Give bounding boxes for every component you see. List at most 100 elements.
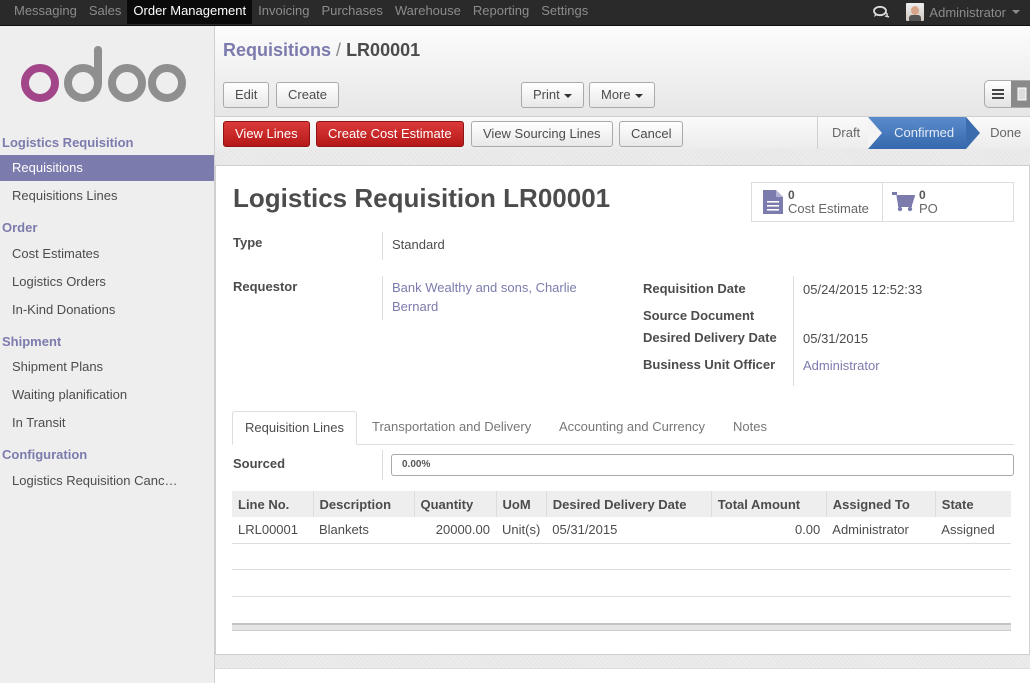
view-lines-button[interactable]: View Lines xyxy=(223,121,310,147)
breadcrumb-current: LR00001 xyxy=(346,40,421,60)
menu-invoicing[interactable]: Invoicing xyxy=(252,0,315,24)
cell-assigned-to: Administrator xyxy=(826,517,936,544)
user-name[interactable]: Administrator xyxy=(929,5,1006,20)
cell-state: Assigned xyxy=(935,517,1011,544)
chat-bubbles-icon[interactable] xyxy=(872,4,892,20)
top-navbar: Messaging Sales Order Management Invoici… xyxy=(0,0,1030,26)
cost-estimate-count: 0 xyxy=(788,188,795,202)
form-view-icon[interactable] xyxy=(1011,81,1030,107)
menu-sales[interactable]: Sales xyxy=(83,0,128,24)
po-count: 0 xyxy=(919,188,926,202)
table-footer xyxy=(232,623,1011,631)
column-state[interactable]: State xyxy=(934,491,1011,517)
sidebar-heading-configuration: Configuration xyxy=(2,447,88,462)
cancel-button[interactable]: Cancel xyxy=(619,121,684,147)
business-unit-officer-label: Business Unit Officer xyxy=(643,357,776,372)
create-cost-estimate-button[interactable]: Create Cost Estimate xyxy=(316,121,464,147)
requisition-date-value: 05/24/2015 12:52:33 xyxy=(803,282,923,297)
tab-transportation-and-delivery[interactable]: Transportation and Delivery xyxy=(360,411,543,445)
field-divider xyxy=(382,450,383,480)
sidebar-item-cost-estimates[interactable]: Cost Estimates xyxy=(0,241,214,267)
edit-button[interactable]: Edit xyxy=(223,82,270,108)
empty-row-divider xyxy=(232,569,1011,570)
field-divider xyxy=(793,276,794,386)
menu-order-management[interactable]: Order Management xyxy=(127,0,253,24)
cell-quantity: 20000.00 xyxy=(414,517,496,544)
field-divider xyxy=(382,232,383,260)
column-assigned-to[interactable]: Assigned To xyxy=(825,491,936,517)
document-icon xyxy=(758,190,788,214)
sidebar-item-in-kind-donations[interactable]: In-Kind Donations xyxy=(0,297,214,323)
sidebar-item-requisitions[interactable]: Requisitions xyxy=(0,155,214,181)
more-dropdown-button[interactable]: More xyxy=(589,82,655,108)
sidebar-item-requisition-cancel-reasons[interactable]: Logistics Requisition Canc… xyxy=(0,468,214,494)
requestor-link[interactable]: Bank Wealthy and sons, Charlie Bernard xyxy=(392,278,602,316)
view-sourcing-lines-button[interactable]: View Sourcing Lines xyxy=(471,121,613,147)
notebook-tabs: Requisition Lines Transportation and Del… xyxy=(232,411,1014,445)
breadcrumb: Requisitions / LR00001 xyxy=(223,40,420,61)
user-avatar[interactable] xyxy=(906,3,925,21)
status-bar: Draft Confirmed Done xyxy=(817,117,1030,149)
type-label: Type xyxy=(233,235,263,250)
menu-settings[interactable]: Settings xyxy=(535,0,594,24)
caret-down-icon xyxy=(634,93,643,98)
sidebar-heading-order: Order xyxy=(2,220,38,235)
sidebar-heading-logistics-requisition: Logistics Requisition xyxy=(2,135,134,150)
menu-messaging[interactable]: Messaging xyxy=(8,0,83,24)
record-number: LR00001 xyxy=(503,183,611,213)
sourced-progress-bar: 0.00% xyxy=(391,454,1014,476)
menu-warehouse[interactable]: Warehouse xyxy=(389,0,467,24)
status-draft[interactable]: Draft xyxy=(818,117,868,149)
form-sheet: Logistics Requisition LR00001 0 Cost Esti… xyxy=(215,165,1030,655)
status-confirmed[interactable]: Confirmed xyxy=(868,117,981,149)
view-switcher xyxy=(984,80,1030,108)
column-desired-delivery-date[interactable]: Desired Delivery Date xyxy=(545,491,712,517)
cost-estimate-label: Cost Estimate xyxy=(788,201,869,216)
cost-estimate-smart-button[interactable]: 0 Cost Estimate xyxy=(752,183,882,221)
breadcrumb-separator: / xyxy=(336,40,342,60)
status-confirmed-label: Confirmed xyxy=(894,125,955,140)
po-label: PO xyxy=(919,201,938,216)
print-label: Print xyxy=(533,87,560,102)
smart-buttons: 0 Cost Estimate 0 PO xyxy=(751,182,1014,222)
tab-requisition-lines[interactable]: Requisition Lines xyxy=(232,411,358,445)
list-view-icon[interactable] xyxy=(985,81,1011,107)
column-uom[interactable]: UoM xyxy=(495,491,547,517)
requisition-date-label: Requisition Date xyxy=(643,281,746,296)
column-description[interactable]: Description xyxy=(312,491,414,517)
column-quantity[interactable]: Quantity xyxy=(413,491,496,517)
menu-reporting[interactable]: Reporting xyxy=(467,0,535,24)
table-header-row: Line No. Description Quantity UoM Desire… xyxy=(232,491,1011,517)
business-unit-officer-link[interactable]: Administrator xyxy=(803,356,880,375)
sidebar-item-logistics-orders[interactable]: Logistics Orders xyxy=(0,269,214,295)
tab-notes[interactable]: Notes xyxy=(721,411,779,445)
odoo-logo[interactable] xyxy=(20,46,190,108)
cell-description: Blankets xyxy=(313,517,414,544)
menu-purchases[interactable]: Purchases xyxy=(315,0,388,24)
sidebar-item-shipment-plans[interactable]: Shipment Plans xyxy=(0,354,214,380)
tab-accounting-and-currency[interactable]: Accounting and Currency xyxy=(547,411,717,445)
top-menu: Messaging Sales Order Management Invoici… xyxy=(8,0,594,24)
desired-delivery-date-label: Desired Delivery Date xyxy=(643,330,777,345)
requestor-label: Requestor xyxy=(233,279,298,294)
source-document-label: Source Document xyxy=(643,308,755,323)
breadcrumb-parent[interactable]: Requisitions xyxy=(223,40,331,60)
sidebar-item-waiting-planification[interactable]: Waiting planification xyxy=(0,382,214,408)
po-smart-button[interactable]: 0 PO xyxy=(882,183,1013,221)
form-header: View Lines Create Cost Estimate View Sou… xyxy=(215,116,1030,149)
print-dropdown-button[interactable]: Print xyxy=(521,82,584,108)
requestor-line-1: Bank Wealthy and sons, Charlie xyxy=(392,280,577,295)
requestor-line-2: Bernard xyxy=(392,299,439,314)
user-area: Administrator xyxy=(872,0,1020,24)
column-total-amount[interactable]: Total Amount xyxy=(710,491,827,517)
column-line-no[interactable]: Line No. xyxy=(232,491,313,517)
caret-down-icon[interactable] xyxy=(1012,10,1020,14)
create-button[interactable]: Create xyxy=(276,82,340,108)
more-label: More xyxy=(601,87,631,102)
sidebar-item-in-transit[interactable]: In Transit xyxy=(0,410,214,436)
sidebar-item-requisitions-lines[interactable]: Requisitions Lines xyxy=(0,183,214,209)
desired-delivery-date-value: 05/31/2015 xyxy=(803,331,869,346)
field-divider xyxy=(382,276,383,320)
chatter-area xyxy=(215,668,1030,683)
table-row[interactable]: LRL00001 Blankets 20000.00 Unit(s) 05/31… xyxy=(232,517,1011,544)
